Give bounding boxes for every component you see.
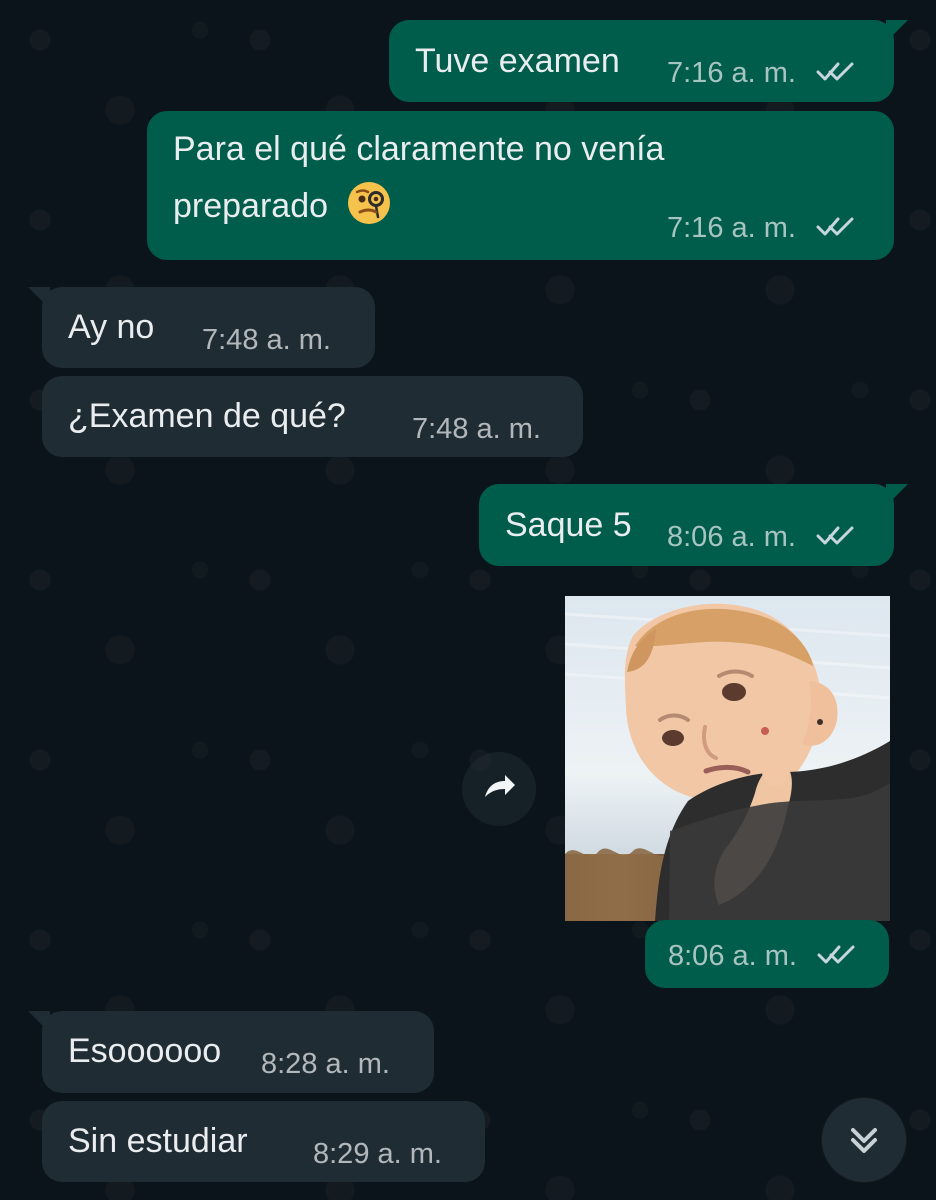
message-text: Sin estudiar [68,1122,248,1160]
message-time: 8:28 a. m. [261,1048,390,1080]
message-text: Saque 5 [505,506,632,544]
shared-image [565,596,890,921]
message-time: 8:06 a. m. [667,521,796,553]
message-text: Esoooooo [68,1032,222,1070]
message-time: 8:06 a. m. [668,940,797,972]
message-bubble-incoming-4[interactable]: Sin estudiar 8:29 a. m. [42,1101,485,1182]
message-time-row: 7:16 a. m. [667,212,856,245]
monocle-face-emoji [348,182,391,224]
message-text-line-2-label: preparado [173,187,329,225]
image-message[interactable] [565,596,890,921]
message-bubble-outgoing-3[interactable]: Saque 5 8:06 a. m. [479,484,908,566]
message-bubble-incoming-3[interactable]: Esoooooo 8:28 a. m. [28,1011,434,1093]
scroll-down-button[interactable] [822,1098,906,1182]
double-check-icon [817,945,855,964]
message-bubble-outgoing-image-time[interactable]: 8:06 a. m. [645,920,889,988]
message-time: 7:48 a. m. [202,324,331,356]
message-bubble-incoming-1[interactable]: Ay no 7:48 a. m. [28,287,375,368]
message-text: Tuve examen [415,42,620,80]
message-text: ¿Examen de qué? [68,397,346,435]
message-time: 8:29 a. m. [313,1138,442,1170]
message-text-line-1: Para el qué claramente no venía [173,130,665,168]
double-chevron-down-icon [851,1128,877,1153]
message-time-row: 8:06 a. m. [668,940,857,973]
double-check-icon [816,217,854,236]
message-time: 7:16 a. m. [667,212,796,244]
forward-button[interactable] [462,752,536,826]
double-check-icon [816,62,854,81]
message-time: 7:16 a. m. [667,57,796,89]
message-text-line-2: preparado [173,178,393,234]
message-time-row: 7:16 a. m. [667,57,856,90]
message-time-row: 8:06 a. m. [667,521,856,554]
message-bubble-outgoing-2[interactable]: Para el qué claramente no venía preparad… [147,111,894,260]
message-time: 7:48 a. m. [412,413,541,445]
message-bubble-outgoing-1[interactable]: Tuve examen 7:16 a. m. [389,20,908,102]
message-bubble-incoming-2[interactable]: ¿Examen de qué? 7:48 a. m. [42,376,583,457]
message-text: Ay no [68,308,155,346]
forward-icon [485,775,515,797]
double-check-icon [816,526,854,545]
